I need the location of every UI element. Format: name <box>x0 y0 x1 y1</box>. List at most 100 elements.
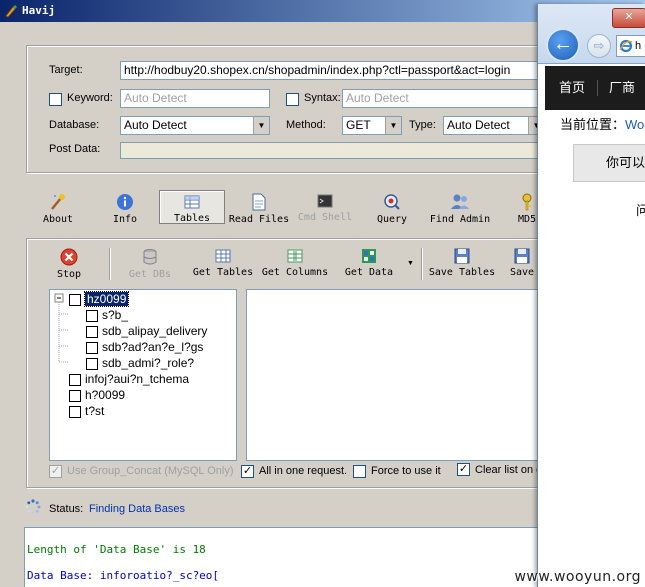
key-icon <box>522 193 532 211</box>
tree-item-label: h?0099 <box>85 388 126 402</box>
clear-list-label: Clear list on g <box>475 464 543 476</box>
get-tables-icon <box>215 249 231 263</box>
breadcrumb-link[interactable]: Woo <box>625 117 645 132</box>
cmd-shell-label: Cmd Shell <box>297 212 353 223</box>
nav-item-home[interactable]: 首页 <box>559 66 585 110</box>
about-button[interactable]: About <box>40 193 76 225</box>
info-button[interactable]: Info <box>110 193 140 225</box>
tree-item[interactable]: s?b_ <box>86 308 128 324</box>
clear-list-checkbox[interactable]: ✓ <box>457 463 470 476</box>
database-tree[interactable]: hz0099 s?b_ sdb_alipay_delivery sdb?ad?a… <box>49 289 237 461</box>
read-files-label: Read Files <box>228 214 290 225</box>
get-data-dropdown-icon[interactable]: ▼ <box>407 260 414 267</box>
query-icon <box>384 194 400 210</box>
database-label: Database: <box>49 119 100 131</box>
syntax-label: Syntax: <box>304 92 341 104</box>
save-tables-label: Save Tables <box>428 267 496 278</box>
log-line: Data Base: inforoatio?_sc?eo[ <box>27 569 220 582</box>
get-dbs-label: Get DBs <box>128 269 172 280</box>
stop-icon <box>60 248 78 266</box>
nav-item-vendors[interactable]: 厂商列 <box>609 66 645 154</box>
get-dbs-button[interactable]: Get DBs <box>126 248 174 280</box>
watermark: www.wooyun.org <box>514 569 641 585</box>
nav-divider <box>597 80 598 96</box>
tree-checkbox[interactable] <box>69 405 81 418</box>
syntax-checkbox[interactable] <box>286 93 299 106</box>
method-select-value: GET <box>346 118 371 132</box>
address-bar[interactable]: h <box>616 35 645 57</box>
find-admin-button[interactable]: Find Admin <box>428 193 492 225</box>
get-data-icon <box>362 249 376 263</box>
tree-item[interactable]: t?st <box>69 404 104 420</box>
forward-arrow-icon[interactable]: ⇨ <box>587 34 611 58</box>
group-concat-checkbox[interactable]: ✓ <box>49 465 62 478</box>
tree-checkbox[interactable] <box>86 325 98 338</box>
post-data-input[interactable] <box>120 142 545 159</box>
query-label: Query <box>376 214 408 225</box>
window-title: Havij <box>22 4 56 17</box>
target-label: Target: <box>49 64 83 76</box>
type-select[interactable]: Auto Detect ▼ <box>443 116 545 135</box>
tree-item[interactable]: sdb_admi?_role? <box>86 356 194 372</box>
tree-item[interactable]: infoj?aui?n_tchema <box>69 372 189 388</box>
post-data-label: Post Data: <box>49 143 101 155</box>
all-in-one-checkbox[interactable]: ✓ <box>241 465 254 478</box>
tree-checkbox[interactable] <box>86 357 98 370</box>
tree-checkbox[interactable] <box>69 373 81 386</box>
keyword-input[interactable]: Auto Detect <box>120 89 270 108</box>
back-arrow-icon[interactable]: ← <box>546 28 580 62</box>
get-data-label: Get Data <box>344 267 394 278</box>
read-files-button[interactable]: Read Files <box>228 193 290 225</box>
chevron-down-icon[interactable]: ▼ <box>385 117 401 134</box>
method-select[interactable]: GET ▼ <box>342 116 402 135</box>
tree-item[interactable]: sdb_alipay_delivery <box>86 324 207 340</box>
tree-checkbox[interactable] <box>86 309 98 322</box>
get-columns-button[interactable]: Get Columns <box>261 248 329 278</box>
get-data-button[interactable]: Get Data <box>342 248 396 278</box>
breadcrumb: 当前位置：Woo <box>560 114 645 133</box>
stop-button[interactable]: Stop <box>54 248 84 280</box>
syntax-input[interactable]: Auto Detect <box>342 89 545 108</box>
stop-label: Stop <box>56 269 82 280</box>
query-button[interactable]: Query <box>374 193 410 225</box>
address-text: h <box>635 40 642 52</box>
database-select[interactable]: Auto Detect ▼ <box>120 116 270 135</box>
terminal-icon <box>317 194 333 208</box>
save-label: Save <box>509 267 535 278</box>
save-tables-button[interactable]: Save Tables <box>428 248 496 278</box>
tree-item[interactable]: hz0099 <box>69 291 130 308</box>
get-columns-label: Get Columns <box>261 267 329 278</box>
tree-item[interactable]: sdb?ad?an?e_l?gs <box>86 340 203 356</box>
info-icon <box>117 194 133 210</box>
target-input[interactable]: http://hodbuy20.shopex.cn/shopadmin/inde… <box>120 61 545 80</box>
get-tables-button[interactable]: Get Tables <box>192 248 254 278</box>
cmd-shell-button[interactable]: Cmd Shell <box>297 193 353 223</box>
tree-checkbox[interactable] <box>86 341 98 354</box>
database-select-value: Auto Detect <box>124 118 187 132</box>
tree-checkbox[interactable] <box>69 389 81 402</box>
tree-item[interactable]: h?0099 <box>69 388 125 404</box>
havij-app-icon <box>5 5 17 18</box>
tree-item-label: s?b_ <box>102 308 129 322</box>
tree-item-label: sdb_admi?_role? <box>102 356 195 370</box>
log-panel[interactable]: Length of 'Data Base' is 18 Data Base: i… <box>24 527 544 587</box>
find-admin-label: Find Admin <box>429 214 491 225</box>
spinner-icon <box>25 499 41 515</box>
force-checkbox[interactable] <box>353 465 366 478</box>
save-button[interactable]: Save <box>506 248 538 278</box>
admin-users-icon <box>451 194 469 209</box>
chevron-down-icon[interactable]: ▼ <box>253 117 269 134</box>
keyword-label: Keyword: <box>67 92 113 104</box>
magic-wand-icon <box>51 194 65 210</box>
info-label: Info <box>112 214 138 225</box>
tables-button[interactable]: Tables <box>159 190 225 224</box>
tree-checkbox[interactable] <box>69 293 81 306</box>
data-grid[interactable] <box>246 289 546 461</box>
notice-box: 你可以批 <box>573 144 645 182</box>
close-button[interactable]: ✕ <box>612 8 645 28</box>
tree-item-label: t?st <box>85 404 105 418</box>
keyword-checkbox[interactable] <box>49 93 62 106</box>
md5-label: MD5 <box>517 214 537 225</box>
about-label: About <box>42 214 74 225</box>
status-value: Finding Data Bases <box>89 503 185 515</box>
